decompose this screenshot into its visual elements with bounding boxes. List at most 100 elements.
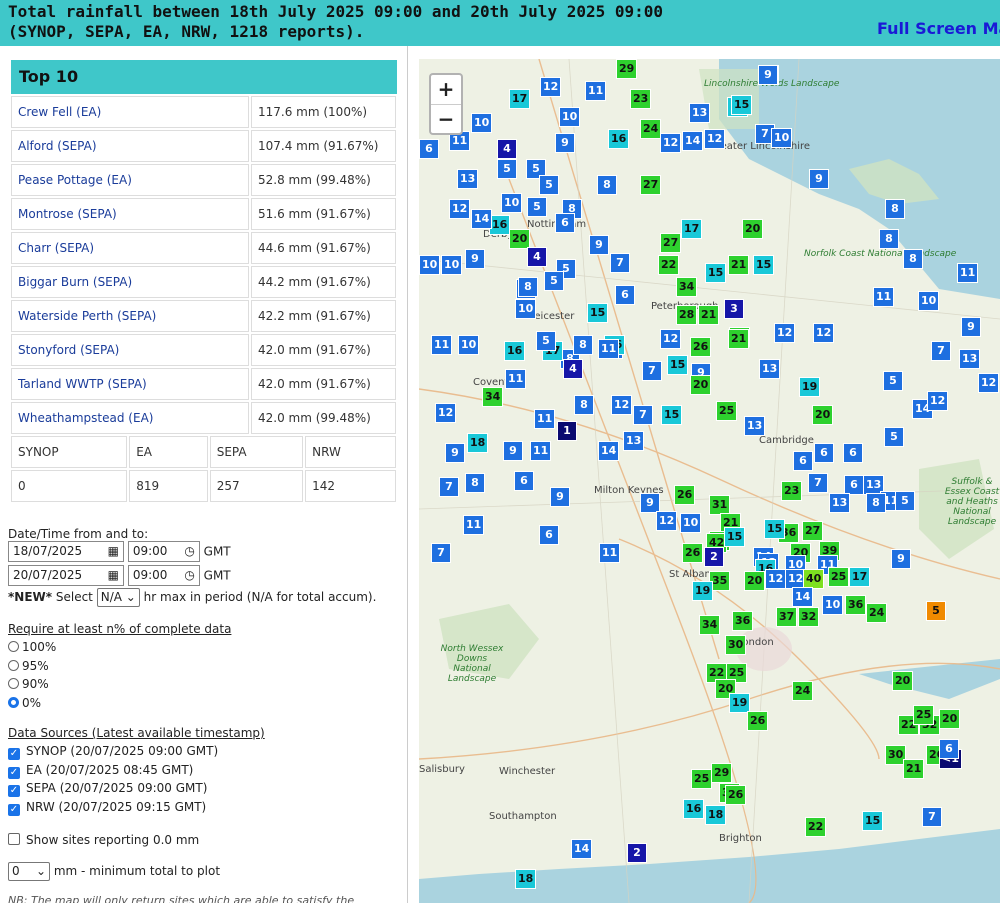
rainfall-marker[interactable]: 11 [599, 543, 621, 563]
rainfall-marker[interactable]: 15 [731, 95, 753, 115]
rainfall-marker[interactable]: 11 [431, 335, 453, 355]
rainfall-marker[interactable]: 8 [597, 175, 617, 195]
calendar-icon[interactable]: ▦ [108, 566, 119, 585]
rainfall-marker[interactable]: 15 [764, 519, 786, 539]
rainfall-marker[interactable]: 25 [691, 769, 713, 789]
rainfall-marker[interactable]: 25 [828, 567, 850, 587]
rainfall-marker[interactable]: 24 [640, 119, 662, 139]
top10-site-link[interactable]: Pease Pottage (EA) [11, 164, 249, 196]
rainfall-marker[interactable]: 8 [903, 249, 923, 269]
rainfall-marker[interactable]: 34 [482, 387, 504, 407]
rainfall-marker[interactable]: 11 [505, 369, 527, 389]
rainfall-marker[interactable]: 22 [805, 817, 827, 837]
from-date-input[interactable]: 18/07/2025 ▦ [8, 541, 124, 562]
rainfall-marker[interactable]: 13 [457, 169, 479, 189]
rainfall-marker[interactable]: 25 [716, 401, 738, 421]
checkbox-checked-icon[interactable]: ✓ [8, 767, 20, 779]
rainfall-marker[interactable]: 28 [676, 305, 698, 325]
rainfall-marker[interactable]: 9 [891, 549, 911, 569]
rainfall-marker[interactable]: 16 [683, 799, 705, 819]
top10-site-link[interactable]: Tarland WWTP (SEPA) [11, 368, 249, 400]
rainfall-marker[interactable]: 5 [497, 159, 517, 179]
rainfall-marker[interactable]: 5 [539, 175, 559, 195]
rainfall-marker[interactable]: 14 [471, 209, 493, 229]
checkbox-unchecked-icon[interactable] [8, 833, 20, 845]
source-sepa-checkbox[interactable]: ✓ SEPA (20/07/2025 09:00 GMT) [8, 781, 207, 797]
rainfall-marker[interactable]: 20 [742, 219, 764, 239]
rainfall-marker[interactable]: 12 [704, 129, 726, 149]
rainfall-marker[interactable]: 13 [959, 349, 981, 369]
rainfall-marker[interactable]: 5 [536, 331, 556, 351]
rainfall-marker[interactable]: 14 [598, 441, 620, 461]
rainfall-marker[interactable]: 15 [667, 355, 689, 375]
rainfall-marker[interactable]: 17 [849, 567, 871, 587]
radio-circle[interactable] [8, 660, 19, 671]
show-zero-checkbox[interactable]: Show sites reporting 0.0 mm [8, 833, 199, 847]
rainfall-marker[interactable]: 15 [753, 255, 775, 275]
rainfall-marker[interactable]: 15 [705, 263, 727, 283]
rainfall-marker[interactable]: 15 [587, 303, 609, 323]
rainfall-marker[interactable]: 10 [918, 291, 940, 311]
rainfall-marker[interactable]: 7 [931, 341, 951, 361]
rainfall-marker[interactable]: 27 [640, 175, 662, 195]
rainfall-marker[interactable]: 11 [585, 81, 607, 101]
rainfall-marker[interactable]: 20 [690, 375, 712, 395]
rainfall-marker[interactable]: 13 [623, 431, 645, 451]
rainfall-marker[interactable]: 8 [879, 229, 899, 249]
rainfall-marker[interactable]: 6 [843, 443, 863, 463]
rainfall-marker[interactable]: 3 [724, 299, 744, 319]
rainfall-marker[interactable]: 21 [698, 305, 720, 325]
rainfall-marker[interactable]: 27 [802, 521, 824, 541]
full-screen-link[interactable]: Full Screen Ma [877, 19, 1000, 38]
rainfall-marker[interactable]: 37 [776, 607, 798, 627]
rainfall-marker[interactable]: 12 [540, 77, 562, 97]
rainfall-marker[interactable]: 12 [774, 323, 796, 343]
top10-site-link[interactable]: Waterside Perth (SEPA) [11, 300, 249, 332]
rainfall-marker[interactable]: 12 [449, 199, 471, 219]
rainfall-marker[interactable]: 22 [658, 255, 680, 275]
rainfall-marker[interactable]: 20 [812, 405, 834, 425]
top10-site-link[interactable]: Wheathampstead (EA) [11, 402, 249, 434]
rainfall-marker[interactable]: 12 [978, 373, 1000, 393]
rainfall-marker[interactable]: 12 [660, 329, 682, 349]
rainfall-marker[interactable]: 21 [903, 759, 925, 779]
rainfall-marker[interactable]: 17 [681, 219, 703, 239]
rainfall-marker[interactable]: 10 [822, 595, 844, 615]
rainfall-marker[interactable]: 18 [515, 869, 537, 889]
rainfall-marker[interactable]: 15 [661, 405, 683, 425]
source-nrw-checkbox[interactable]: ✓ NRW (20/07/2025 09:15 GMT) [8, 800, 206, 816]
rainfall-marker[interactable]: 6 [844, 475, 864, 495]
rainfall-marker[interactable]: 1 [557, 421, 577, 441]
rainfall-marker[interactable]: 17 [509, 89, 531, 109]
top10-site-link[interactable]: Montrose (SEPA) [11, 198, 249, 230]
checkbox-checked-icon[interactable]: ✓ [8, 804, 20, 816]
rainfall-marker[interactable]: 16 [504, 341, 526, 361]
top10-site-link[interactable]: Crew Fell (EA) [11, 96, 249, 128]
rainfall-marker[interactable]: 12 [435, 403, 457, 423]
radio-0[interactable]: 0% [8, 696, 41, 710]
calendar-icon[interactable]: ▦ [108, 542, 119, 561]
source-ea-checkbox[interactable]: ✓ EA (20/07/2025 08:45 GMT) [8, 763, 193, 779]
radio-95[interactable]: 95% [8, 659, 49, 673]
rainfall-marker[interactable]: 10 [501, 193, 523, 213]
rainfall-marker[interactable]: 9 [809, 169, 829, 189]
rainfall-marker[interactable]: 12 [765, 569, 787, 589]
rainfall-marker[interactable]: 7 [633, 405, 653, 425]
rainfall-marker[interactable]: 10 [515, 299, 537, 319]
radio-100[interactable]: 100% [8, 640, 56, 654]
radio-circle-selected[interactable] [8, 697, 19, 708]
rainfall-marker[interactable]: 6 [615, 285, 635, 305]
rainfall-marker[interactable]: 18 [705, 805, 727, 825]
rainfall-marker[interactable]: 9 [589, 235, 609, 255]
rainfall-marker[interactable]: 7 [808, 473, 828, 493]
rainfall-marker[interactable]: 9 [961, 317, 981, 337]
rainfall-marker[interactable]: 6 [939, 739, 959, 759]
rainfall-marker[interactable]: 24 [792, 681, 814, 701]
rainfall-marker[interactable]: 10 [471, 113, 493, 133]
rainfall-marker[interactable]: 19 [692, 581, 714, 601]
rainfall-marker[interactable]: 6 [539, 525, 559, 545]
rainfall-marker[interactable]: 5 [527, 197, 547, 217]
rainfall-marker[interactable]: 15 [724, 527, 746, 547]
min-total-select[interactable]: 0 ⌄ [8, 862, 50, 881]
rainfall-marker[interactable]: 8 [573, 335, 593, 355]
